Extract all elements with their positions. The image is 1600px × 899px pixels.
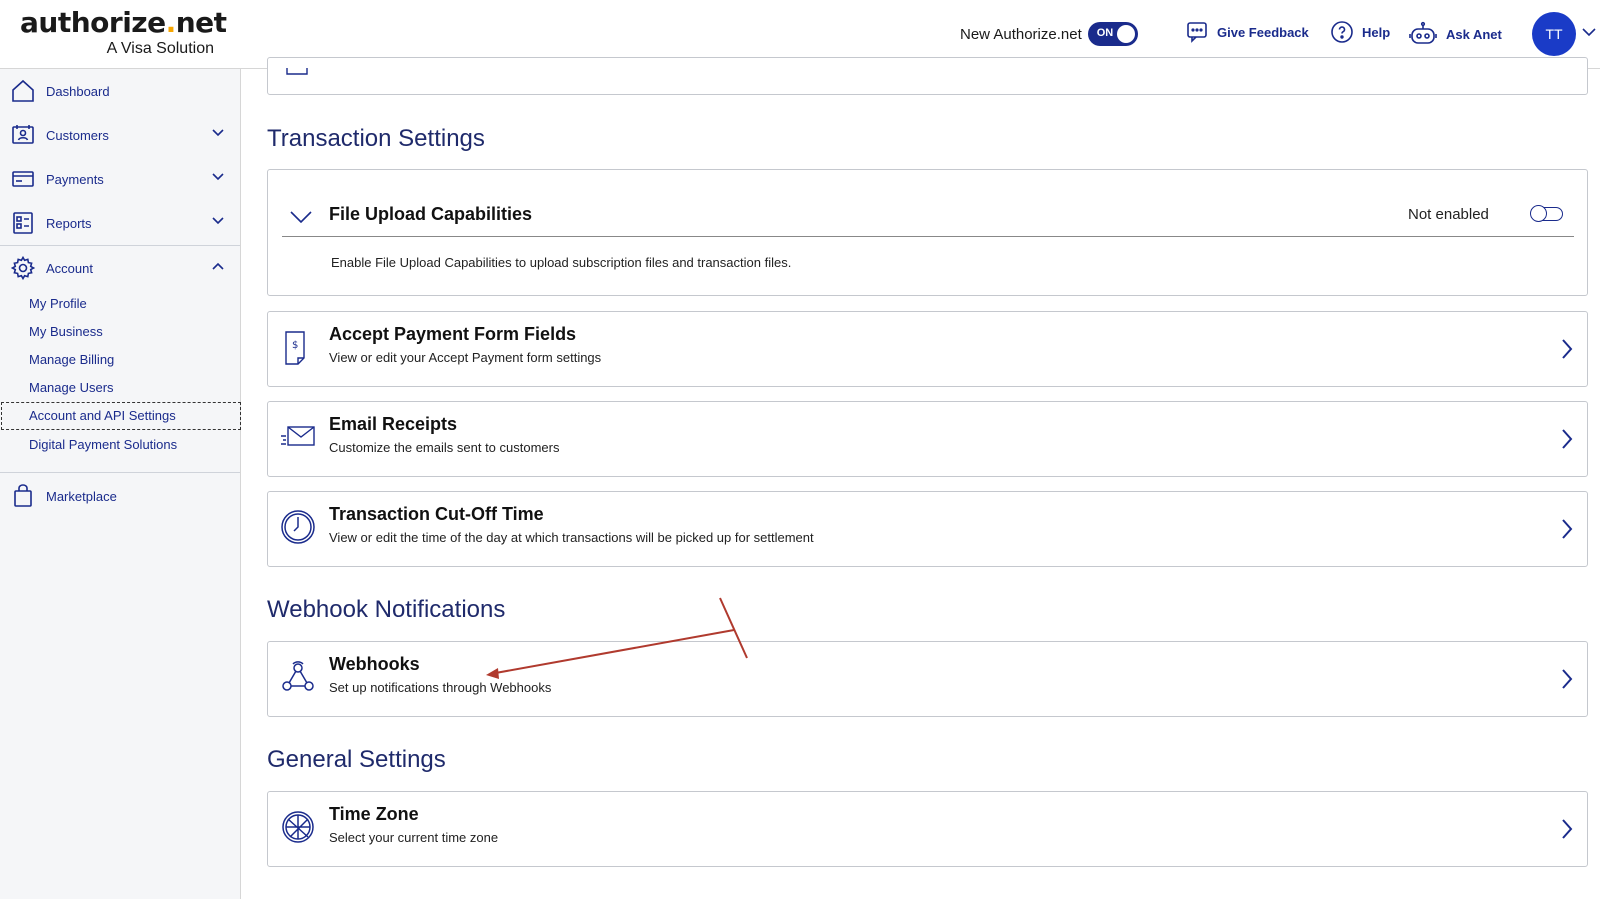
file-upload-description: Enable File Upload Capabilities to uploa…	[331, 255, 792, 270]
time-zone-card[interactable]: Time Zone Select your current time zone	[267, 791, 1588, 867]
chevron-down-icon	[212, 129, 224, 137]
logo-subtitle: A Visa Solution	[106, 40, 214, 57]
payments-icon	[12, 171, 34, 187]
sidebar-item-label: Account	[46, 260, 93, 276]
toggle-knob	[1116, 25, 1135, 43]
sidebar-item-payments[interactable]: Payments	[0, 157, 240, 201]
toggle-state: ON	[1096, 27, 1114, 39]
toggle-label: New Authorize.net	[960, 25, 1082, 43]
sidebar-item-dashboard[interactable]: Dashboard	[0, 69, 240, 113]
gear-icon	[11, 256, 35, 280]
home-icon	[12, 79, 34, 102]
section-title-general-settings: General Settings	[267, 746, 446, 773]
reports-icon	[13, 212, 33, 234]
chevron-right-icon	[1562, 429, 1573, 449]
card-description: Set up notifications through Webhooks	[329, 680, 552, 695]
authorize-net-logo[interactable]: authorize.net A Visa Solution	[20, 6, 227, 58]
chevron-up-icon	[212, 262, 224, 270]
card-description: View or edit the time of the day at whic…	[329, 530, 814, 545]
file-upload-status: Not enabled	[1408, 206, 1489, 223]
toggle-knob	[1530, 205, 1547, 222]
main-content: Transaction Settings File Upload Capabil…	[241, 57, 1600, 899]
card-title: Accept Payment Form Fields	[329, 324, 577, 344]
card-title: Email Receipts	[329, 414, 458, 434]
accept-payment-form-fields-card[interactable]: $ Accept Payment Form Fields View or edi…	[267, 311, 1588, 387]
clock-icon	[281, 510, 315, 544]
help-label: Help	[1362, 24, 1391, 40]
chevron-down-icon[interactable]	[1582, 27, 1596, 37]
payment-form-icon: $	[285, 331, 305, 365]
sidebar: Dashboard Customers Payments Reports Acc…	[0, 69, 241, 899]
globe-icon	[282, 811, 314, 843]
chevron-right-icon	[1562, 519, 1573, 539]
user-avatar[interactable]: TT	[1532, 12, 1576, 56]
card-description: View or edit your Accept Payment form se…	[329, 350, 602, 365]
sidebar-subitem-account-api-settings[interactable]: Account and API Settings	[29, 408, 176, 423]
ask-anet-label: Ask Anet	[1446, 26, 1502, 42]
webhooks-card[interactable]: Webhooks Set up notifications through We…	[267, 641, 1588, 717]
file-upload-title: File Upload Capabilities	[329, 204, 533, 224]
document-icon	[286, 68, 308, 75]
sidebar-item-reports[interactable]: Reports	[0, 201, 240, 245]
logo-dot: .	[165, 6, 177, 39]
chevron-down-icon	[212, 217, 224, 225]
file-upload-toggle[interactable]	[1530, 205, 1563, 222]
shopping-bag-icon	[14, 484, 32, 507]
chevron-down-icon	[212, 173, 224, 181]
sidebar-subitem-manage-users[interactable]: Manage Users	[29, 380, 114, 395]
cut-off-card[interactable]	[267, 57, 1588, 95]
toggle-switch[interactable]: ON	[1087, 22, 1138, 46]
card-description: Select your current time zone	[329, 830, 499, 845]
customers-icon	[12, 125, 34, 144]
sidebar-item-label: Dashboard	[46, 83, 110, 99]
help-icon	[1331, 21, 1353, 43]
email-receipts-card[interactable]: Email Receipts Customize the emails sent…	[267, 401, 1588, 477]
webhook-icon	[282, 661, 314, 691]
card-title: Time Zone	[329, 804, 419, 824]
sidebar-subitem-my-profile[interactable]: My Profile	[29, 296, 87, 311]
feedback-icon	[1187, 22, 1207, 43]
card-description: Customize the emails sent to customers	[329, 440, 560, 455]
chevron-right-icon	[1562, 669, 1573, 689]
chevron-right-icon	[1562, 819, 1573, 839]
sidebar-item-label: Reports	[46, 215, 92, 231]
help-button[interactable]: Help	[1330, 20, 1390, 44]
divider	[282, 236, 1574, 237]
sidebar-item-customers[interactable]: Customers	[0, 113, 240, 157]
give-feedback-button[interactable]: Give Feedback	[1185, 20, 1309, 44]
robot-icon	[1409, 21, 1437, 44]
logo-text: authorize	[20, 6, 166, 39]
transaction-cutoff-time-card[interactable]: Transaction Cut-Off Time View or edit th…	[267, 491, 1588, 567]
file-upload-capabilities-card: File Upload Capabilities Not enabled Ena…	[267, 169, 1588, 296]
sidebar-subitem-manage-billing[interactable]: Manage Billing	[29, 352, 114, 367]
sidebar-divider	[0, 472, 240, 473]
give-feedback-label: Give Feedback	[1217, 24, 1309, 40]
envelope-icon	[281, 426, 315, 446]
section-title-transaction-settings: Transaction Settings	[267, 125, 485, 152]
card-title: Webhooks	[329, 654, 420, 674]
ask-anet-button[interactable]: Ask Anet	[1408, 21, 1502, 47]
sidebar-item-label: Payments	[46, 171, 104, 187]
sidebar-item-marketplace[interactable]: Marketplace	[0, 474, 240, 518]
section-title-webhook-notifications: Webhook Notifications	[267, 596, 506, 623]
chevron-down-icon[interactable]	[290, 211, 312, 223]
chevron-right-icon	[1562, 339, 1573, 359]
card-title: Transaction Cut-Off Time	[329, 504, 544, 524]
sidebar-subitem-digital-payment-solutions[interactable]: Digital Payment Solutions	[29, 437, 177, 452]
sidebar-item-account[interactable]: Account	[0, 246, 240, 290]
logo-text-end: net	[175, 6, 227, 39]
sidebar-item-label: Customers	[46, 127, 109, 143]
sidebar-item-label: Marketplace	[46, 488, 117, 504]
svg-text:$: $	[292, 340, 298, 351]
new-authorize-net-toggle[interactable]: New Authorize.net ON	[960, 22, 1138, 46]
sidebar-subitem-my-business[interactable]: My Business	[29, 324, 103, 339]
